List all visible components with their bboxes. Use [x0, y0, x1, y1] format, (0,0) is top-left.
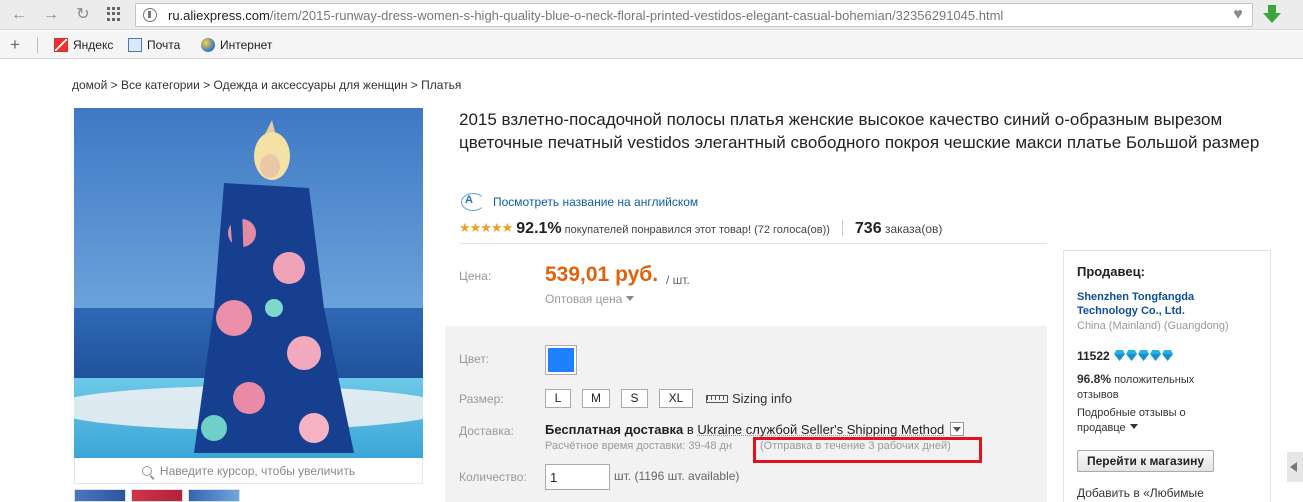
rating-row: ★★★★★ 92.1% покупателей понравился этот то… [459, 220, 1047, 244]
shipping-destination[interactable]: Ukraine службой Seller's Shipping Method [697, 422, 944, 437]
bookmark-internet[interactable]: Интернет [201, 38, 272, 52]
price-value: 539,01 руб. [545, 263, 659, 286]
free-shipping-text: Бесплатная доставка [545, 422, 684, 437]
shipping-preposition: в [686, 422, 694, 437]
size-label: Размер: [459, 392, 504, 406]
seller-location: China (Mainland) (Guangdong) [1077, 320, 1229, 332]
chevron-down-icon [626, 296, 635, 301]
seller-score-value: 11522 [1077, 349, 1110, 363]
dress-photo [74, 108, 423, 458]
bookmarks-divider [37, 37, 38, 53]
seller-name-link[interactable]: Shenzhen Tongfangda Technology Co., Ltd. [1077, 290, 1257, 318]
price-label: Цена: [459, 269, 492, 283]
scroll-left-arrow-icon[interactable] [1287, 452, 1303, 482]
download-arrow-icon[interactable] [1262, 4, 1284, 26]
size-option-xl[interactable]: XL [659, 389, 693, 408]
red-highlight-box [753, 437, 982, 463]
heart-icon[interactable]: ♥ [1227, 4, 1249, 26]
url-domain: ru.aliexpress.com [168, 8, 270, 23]
bookmark-yandex[interactable]: Яндекс [54, 38, 113, 52]
diamond-icon [1138, 350, 1149, 361]
thumbnail-1[interactable] [74, 489, 126, 502]
add-to-favorites-text[interactable]: Добавить в «Любимые [1077, 486, 1204, 500]
color-swatch-fill [548, 348, 574, 372]
size-option-l[interactable]: L [545, 389, 571, 408]
url-path: /item/2015-runway-dress-women-s-high-qua… [269, 8, 1004, 23]
diamond-icon [1162, 350, 1173, 361]
chevron-down-icon [1129, 424, 1138, 429]
seller-detail-feedback[interactable]: Подробные отзывы о продавце [1077, 406, 1227, 436]
thumbnail-2[interactable] [131, 489, 183, 502]
yandex-icon [54, 38, 68, 52]
color-label: Цвет: [459, 352, 490, 366]
translate-link-text: Посмотреть название на английском [493, 195, 699, 209]
translate-icon-letter: A [465, 194, 473, 206]
browser-toolbar: ← → ↻ ru.aliexpress.com/item/2015-runway… [0, 0, 1303, 30]
quantity-input[interactable] [545, 464, 610, 490]
quantity-available: шт. (1196 шт. available) [614, 469, 740, 483]
reload-icon[interactable]: ↻ [72, 4, 94, 26]
options-panel [445, 326, 1047, 502]
color-swatch-blue[interactable] [545, 345, 577, 375]
diamond-icon [1126, 350, 1137, 361]
shipping-dropdown-icon[interactable] [950, 422, 965, 436]
shipping-method: Бесплатная доставка в Ukraine службой Se… [545, 422, 965, 437]
site-info-icon[interactable] [143, 8, 157, 22]
shipping-label: Доставка: [459, 424, 514, 438]
orders-count: 736 [854, 220, 882, 237]
wholesale-price-toggle[interactable]: Оптовая цена [545, 292, 635, 306]
seller-score[interactable]: 11522 [1077, 349, 1173, 363]
bookmark-label: Почта [147, 38, 181, 52]
sizing-info-text: Sizing info [732, 391, 792, 406]
magnifier-icon [141, 466, 152, 476]
apps-grid-icon[interactable] [107, 7, 121, 21]
size-option-s[interactable]: S [621, 389, 648, 408]
breadcrumb[interactable]: домой > Все категории > Одежда и аксессу… [72, 78, 461, 92]
plus-icon[interactable]: + [10, 35, 20, 55]
orders-text: заказа(ов) [884, 222, 943, 236]
bookmark-label: Интернет [220, 38, 273, 52]
translate-icon: A [459, 192, 487, 211]
zoom-hint: Наведите курсор, чтобы увеличить [74, 458, 423, 484]
zoom-hint-text: Наведите курсор, чтобы увеличить [159, 464, 356, 478]
thumbnail-3[interactable] [188, 489, 240, 502]
size-option-m[interactable]: M [582, 389, 610, 408]
sizing-info-link[interactable]: Sizing info [706, 391, 792, 406]
seller-detail-text: Подробные отзывы о продавце [1077, 407, 1186, 434]
price-unit: / шт. [666, 273, 690, 287]
product-title: 2015 взлетно-посадочной полосы платья же… [459, 110, 1260, 152]
diamond-icon [1114, 350, 1125, 361]
url-text[interactable]: ru.aliexpress.com/item/2015-runway-dress… [168, 8, 1003, 23]
go-to-store-button[interactable]: Перейти к магазину [1077, 450, 1214, 472]
seller-positive-pct: 96.8% [1077, 372, 1112, 386]
seller-title: Продавец: [1077, 264, 1145, 279]
wholesale-label: Оптовая цена [545, 292, 623, 306]
address-bar[interactable]: ru.aliexpress.com/item/2015-runway-dress… [135, 3, 1253, 27]
bookmark-label: Яндекс [73, 38, 114, 52]
delivery-time: Расчётное время доставки: 39-48 дн [545, 440, 733, 452]
bookmarks-bar: + Яндекс Почта Интернет [0, 31, 1303, 59]
rating-text[interactable]: покупателей понравился этот товар! (72 г… [565, 224, 830, 236]
bookmark-mail[interactable]: Почта [128, 38, 180, 52]
globe-icon [201, 38, 215, 52]
ruler-icon [706, 395, 728, 403]
mail-icon [128, 38, 142, 52]
forward-arrow-icon[interactable]: → [40, 4, 62, 26]
diamond-icon [1150, 350, 1161, 361]
back-arrow-icon[interactable]: ← [8, 4, 30, 26]
rating-percent: 92.1% [516, 220, 562, 237]
rating-stars-icon: ★★★★★ [459, 220, 513, 235]
translate-link[interactable]: A Посмотреть название на английском [459, 192, 699, 211]
quantity-label: Количество: [459, 470, 527, 484]
seller-positive-feedback: 96.8% положительных отзывов [1077, 372, 1227, 403]
product-image[interactable] [74, 108, 423, 458]
rating-divider [841, 220, 843, 236]
